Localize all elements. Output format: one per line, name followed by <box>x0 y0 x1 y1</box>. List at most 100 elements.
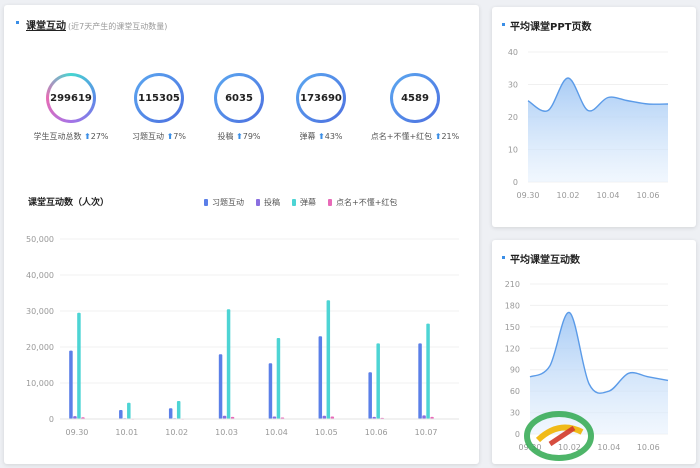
legend-swatch <box>256 199 260 206</box>
stat-rollcall: 4589 点名+不懂+红包 ⬆21% <box>365 73 465 142</box>
arrow-up-icon: ⬆ <box>84 132 91 141</box>
y-tick-label: 30,000 <box>26 307 54 316</box>
bar-3[interactable] <box>226 309 231 419</box>
stat-label: 点名+不懂+红包 <box>370 132 433 141</box>
bar-2[interactable] <box>422 415 426 419</box>
avg-interaction-panel: 平均课堂互动数 0 30 60 90 120 150 180 210 09.30 10.02 10.… <box>492 240 696 464</box>
bar-3[interactable] <box>376 343 380 419</box>
stat-caption: 弹幕 ⬆43% <box>271 131 371 142</box>
bar-1[interactable] <box>218 354 223 419</box>
y-tick-label: 120 <box>505 344 520 353</box>
y-tick-label: 40,000 <box>26 271 54 280</box>
stat-ring: 299619 <box>46 73 96 123</box>
stat-change: 27% <box>90 132 109 141</box>
x-tick-label: 10.05 <box>315 428 338 437</box>
x-tick-label: 09.30 <box>517 191 540 200</box>
x-tick-label: 10.03 <box>215 428 238 437</box>
bar-1[interactable] <box>119 410 123 419</box>
y-tick-label: 0 <box>49 415 54 424</box>
avg-ppt-chart: 0 10 20 30 40 09.30 10.02 10.04 10.06 <box>508 48 669 200</box>
stat-label: 弹幕 <box>299 132 316 141</box>
series-area <box>528 78 668 182</box>
avg-interaction-chart: 030609012015018021009.30 10.02 10.04 10.06 <box>505 280 669 452</box>
y-tick-label: 30 <box>508 81 518 90</box>
stat-total: 299619 学生互动总数 ⬆27% <box>21 73 121 142</box>
legend-swatch <box>204 199 208 206</box>
y-tick-label: 20 <box>508 113 518 122</box>
stat-ring: 6035 <box>214 73 264 123</box>
y-tick-label: 150 <box>505 323 520 332</box>
section-marker <box>502 23 505 26</box>
ppt-title: 平均课堂PPT页数 <box>510 22 592 33</box>
interaction-title: 平均课堂互动数 <box>510 255 580 266</box>
bar-chart-legend: 习题互动 投稿 弹幕 点名+不懂+红包 <box>204 197 397 208</box>
bar-3[interactable] <box>326 300 331 419</box>
x-tick-label: 10.06 <box>637 191 660 200</box>
x-tick-label: 10.06 <box>365 428 388 437</box>
stat-value: 115305 <box>137 76 181 120</box>
legend-swatch <box>292 199 296 206</box>
stat-ring: 115305 <box>134 73 184 123</box>
bar-3[interactable] <box>276 338 281 419</box>
stat-danmu: 173690 弹幕 ⬆43% <box>271 73 371 142</box>
interaction-bar-chart: 0 10,000 20,000 30,000 40,000 50,000 09.30 10.0… <box>26 235 459 437</box>
y-tick-label: 90 <box>510 366 520 375</box>
bar-1[interactable] <box>69 350 73 419</box>
bar-1[interactable] <box>268 363 273 419</box>
section-title-text[interactable]: 课堂互动 <box>26 21 66 32</box>
stat-value: 4589 <box>393 76 437 120</box>
legend-label: 习题互动 <box>212 198 244 207</box>
stat-value: 173690 <box>299 76 343 120</box>
x-tick-label: 10.04 <box>265 428 288 437</box>
stat-caption: 学生互动总数 ⬆27% <box>21 131 121 142</box>
y-tick-label: 40 <box>508 48 518 57</box>
y-tick-label: 10,000 <box>26 379 54 388</box>
stat-ring: 4589 <box>390 73 440 123</box>
bar-3[interactable] <box>127 402 131 419</box>
y-tick-label: 210 <box>505 280 520 289</box>
bar-1[interactable] <box>168 408 173 419</box>
class-interaction-panel: 课堂互动 (近7天产生的课堂互动数量) 299619 学生互动总数 ⬆27% 11… <box>4 5 479 464</box>
stat-caption: 点名+不懂+红包 ⬆21% <box>365 131 465 142</box>
legend-item-submission[interactable]: 投稿 <box>256 197 280 208</box>
legend-item-rollcall[interactable]: 点名+不懂+红包 <box>328 197 397 208</box>
legend-label: 弹幕 <box>300 198 316 207</box>
legend-item-exercise[interactable]: 习题互动 <box>204 197 244 208</box>
arrow-up-icon: ⬆ <box>318 132 325 141</box>
stat-change: 7% <box>173 132 186 141</box>
y-tick-label: 20,000 <box>26 343 54 352</box>
y-tick-label: 0 <box>513 178 518 187</box>
x-tick-label: 10.02 <box>557 191 580 200</box>
y-tick-label: 50,000 <box>26 235 54 244</box>
bar-3[interactable] <box>426 323 430 419</box>
watermark-logo <box>524 411 594 461</box>
y-tick-label: 180 <box>505 301 520 310</box>
x-tick-label: 10.04 <box>597 191 620 200</box>
bar-3[interactable] <box>176 401 181 419</box>
bar-1[interactable] <box>368 372 372 419</box>
stat-label: 学生互动总数 <box>33 132 82 141</box>
bar-1[interactable] <box>418 343 422 419</box>
stat-value: 6035 <box>217 76 261 120</box>
legend-label: 点名+不懂+红包 <box>336 198 398 207</box>
arrow-up-icon: ⬆ <box>236 132 243 141</box>
stat-change: 79% <box>242 132 261 141</box>
legend-swatch <box>328 199 332 206</box>
section-title: 课堂互动 (近7天产生的课堂互动数量) <box>26 17 167 32</box>
y-tick-label: 30 <box>510 409 520 418</box>
x-tick-label: 10.06 <box>637 443 660 452</box>
x-tick-label: 10.02 <box>165 428 188 437</box>
y-tick-label: 60 <box>510 387 520 396</box>
stat-value: 299619 <box>49 76 93 120</box>
stat-change: 43% <box>324 132 343 141</box>
legend-item-danmu[interactable]: 弹幕 <box>292 197 316 208</box>
x-tick-label: 09.30 <box>65 428 88 437</box>
y-tick-label: 0 <box>515 430 520 439</box>
stat-ring: 173690 <box>296 73 346 123</box>
x-tick-label: 10.01 <box>115 428 138 437</box>
x-tick-label: 10.04 <box>597 443 620 452</box>
stat-label: 习题互动 <box>132 132 165 141</box>
bar-1[interactable] <box>318 336 323 419</box>
stat-label: 投稿 <box>217 132 234 141</box>
bar-3[interactable] <box>77 312 81 419</box>
